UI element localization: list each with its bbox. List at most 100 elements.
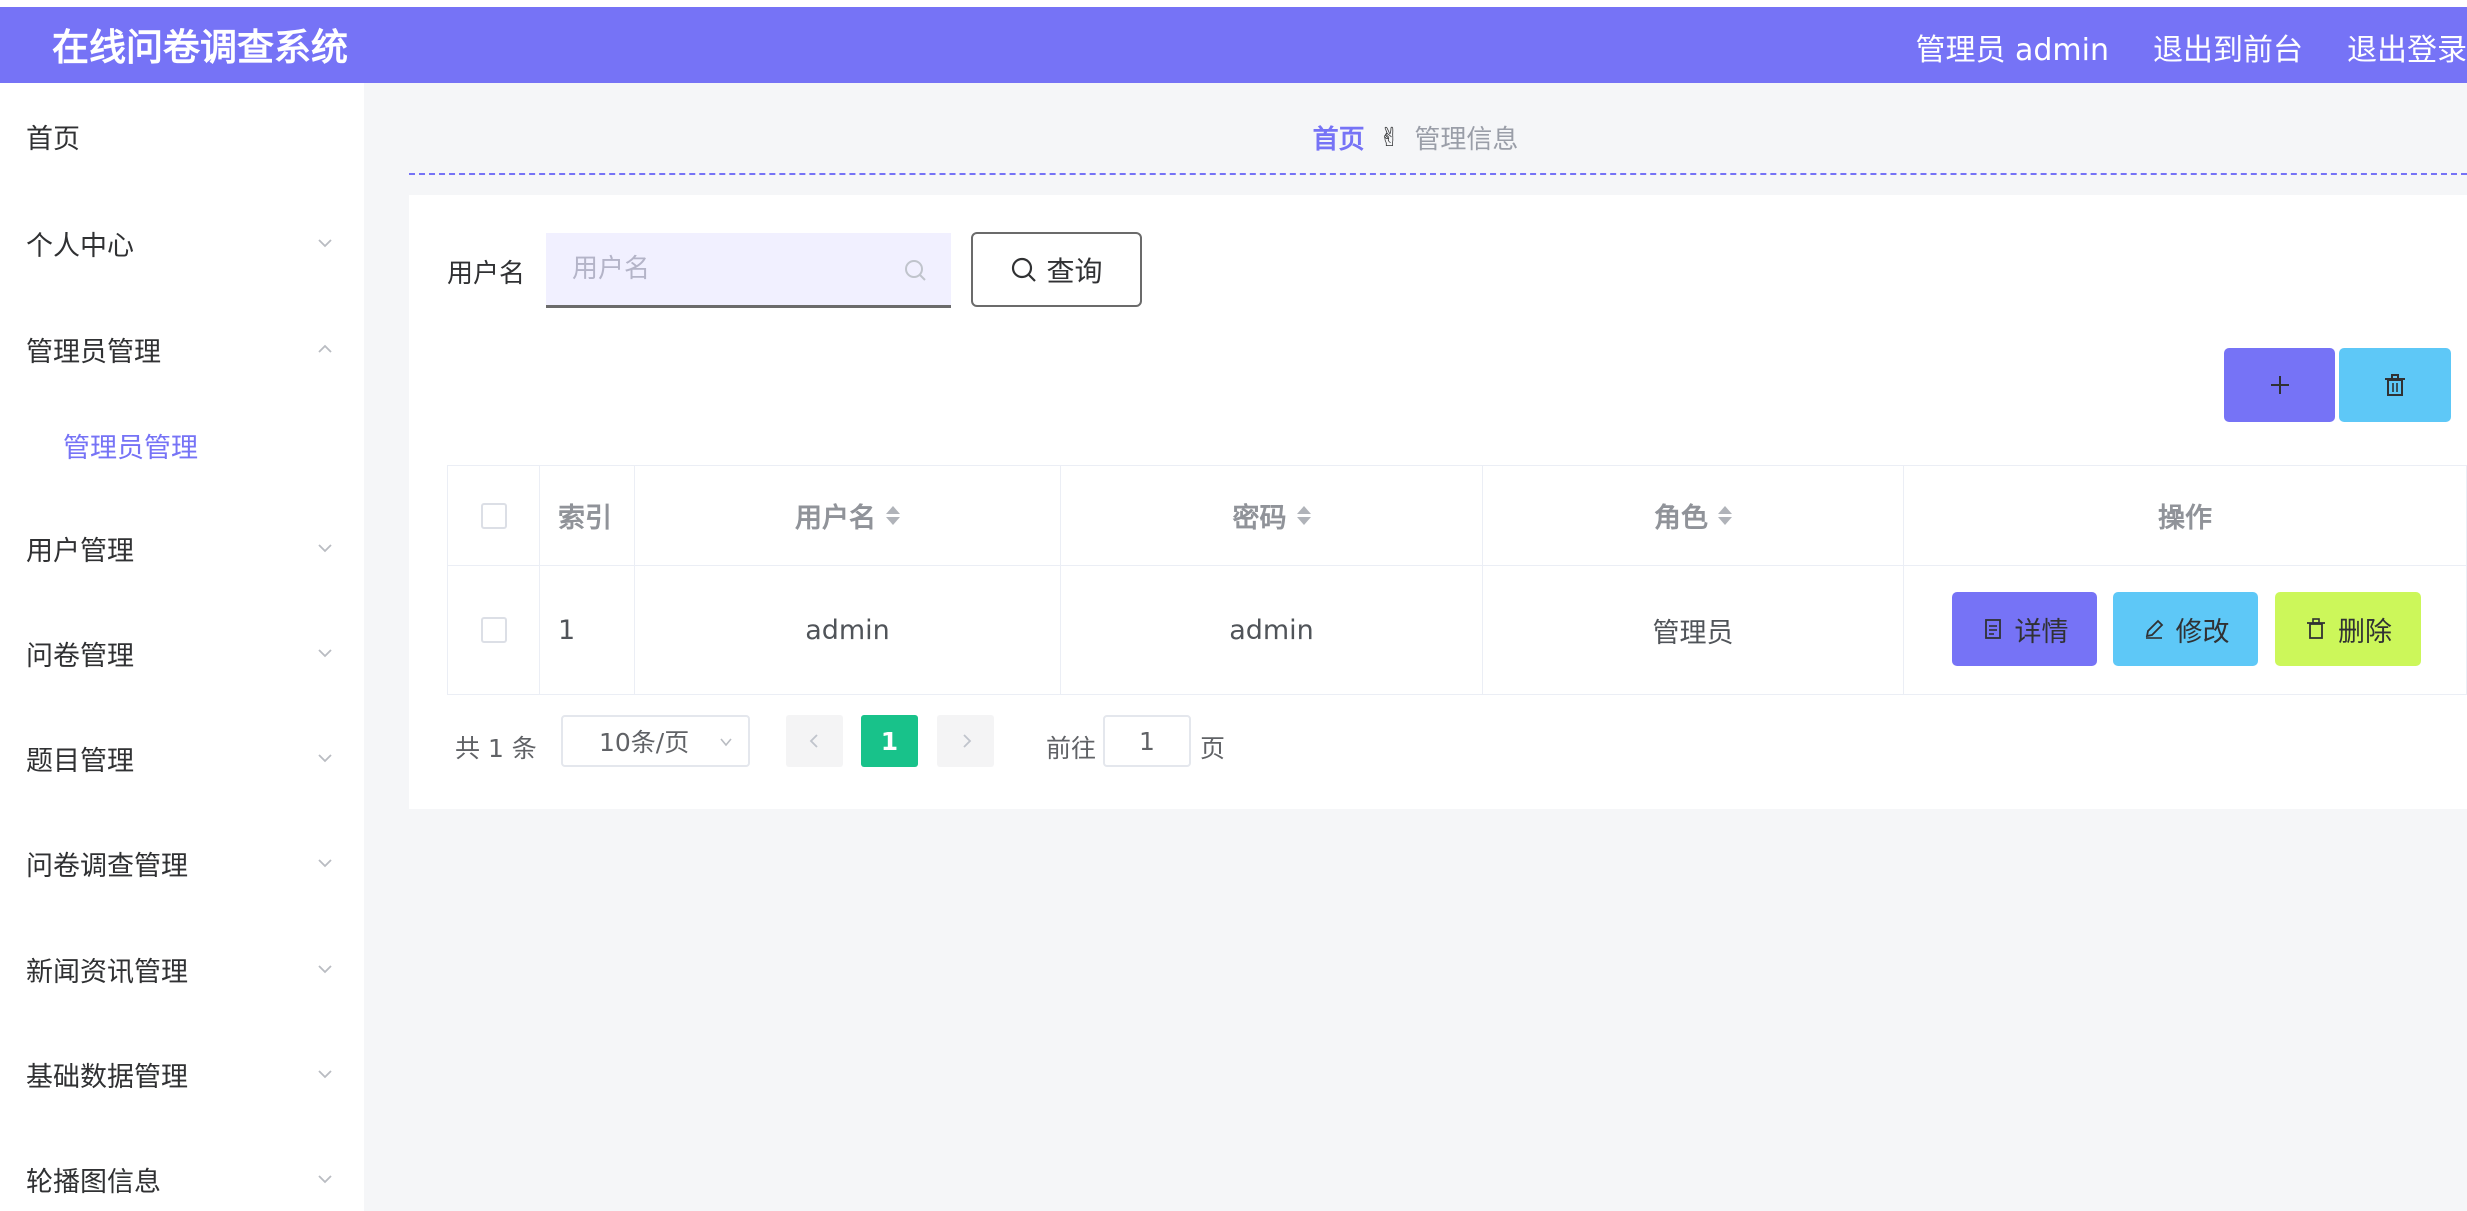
- cell-username: admin: [635, 566, 1061, 694]
- sidebar-item-label: 管理员管理: [26, 336, 161, 368]
- app-title: 在线问卷调查系统: [52, 26, 348, 69]
- page-size-select[interactable]: 10条/页: [561, 715, 750, 767]
- cell-index: 1: [540, 566, 635, 694]
- sidebar: 首页 个人中心 管理员管理 管理员管理 用户管理 问卷管理 题目管理 问卷调查管…: [0, 83, 364, 1211]
- chevron-down-icon: [316, 644, 334, 662]
- page-number-current[interactable]: 1: [861, 715, 918, 767]
- detail-button-label: 详情: [2014, 616, 2069, 648]
- prev-page-button[interactable]: [786, 715, 843, 767]
- main-content: 首页 ✌ 管理信息 用户名 查询 索引: [364, 83, 2467, 1211]
- top-header: 在线问卷调查系统 管理员 admin 退出到前台 退出登录: [0, 7, 2467, 83]
- column-header-label: 操作: [2158, 503, 2212, 534]
- sidebar-subitem-admin-management[interactable]: 管理员管理: [0, 415, 364, 475]
- breadcrumb-current: 管理信息: [1414, 125, 1519, 155]
- column-header-role[interactable]: 角色: [1483, 466, 1904, 566]
- search-icon: [1012, 257, 1037, 282]
- query-button[interactable]: 查询: [971, 232, 1142, 307]
- chevron-down-icon: [316, 1065, 334, 1083]
- plus-icon: [2270, 376, 2289, 394]
- chevron-down-icon: [316, 854, 334, 872]
- sidebar-item-news-management[interactable]: 新闻资讯管理: [0, 939, 364, 999]
- current-user-label: 管理员 admin: [1915, 33, 2109, 68]
- sort-icon[interactable]: [1296, 506, 1311, 525]
- chevron-down-icon: [720, 738, 732, 747]
- trash-icon: [2307, 618, 2325, 639]
- cell-password: admin: [1061, 566, 1483, 694]
- pagination: 共 1 条 10条/页 1 前往 页: [409, 715, 2467, 775]
- cell-role: 管理员: [1483, 566, 1904, 694]
- trash-icon: [2385, 374, 2405, 396]
- goto-suffix: 页: [1200, 734, 1226, 763]
- column-header-actions: 操作: [1904, 466, 2466, 566]
- back-to-front-link[interactable]: 退出到前台: [2153, 25, 2303, 69]
- select-all-checkbox[interactable]: [480, 502, 507, 529]
- sort-icon[interactable]: [1718, 506, 1732, 525]
- logout-link[interactable]: 退出登录: [2347, 25, 2467, 69]
- row-select-cell: [448, 566, 540, 694]
- sidebar-item-questionnaire-management[interactable]: 问卷管理: [0, 623, 364, 683]
- column-header-label: 索引: [558, 503, 612, 534]
- goto-prefix: 前往: [1046, 734, 1097, 763]
- sidebar-item-label: 问卷管理: [26, 640, 134, 672]
- sidebar-item-label: 首页: [26, 123, 80, 155]
- column-header-label: 角色: [1654, 503, 1708, 534]
- column-header-username[interactable]: 用户名: [635, 466, 1061, 566]
- sidebar-item-label: 问卷调查管理: [26, 850, 188, 882]
- sidebar-item-survey-management[interactable]: 问卷调查管理: [0, 833, 364, 893]
- chevron-right-icon: [962, 734, 971, 748]
- batch-delete-button[interactable]: [2339, 348, 2451, 422]
- sidebar-item-home[interactable]: 首页: [0, 106, 364, 166]
- breadcrumb: 首页 ✌ 管理信息: [364, 119, 2467, 156]
- breadcrumb-divider: [409, 173, 2467, 175]
- add-button[interactable]: [2224, 348, 2335, 422]
- search-label: 用户名: [447, 259, 526, 289]
- sidebar-item-base-data-management[interactable]: 基础数据管理: [0, 1044, 364, 1104]
- chevron-down-icon: [316, 1170, 334, 1188]
- sidebar-item-label: 新闻资讯管理: [26, 956, 188, 988]
- chevron-down-icon: [316, 960, 334, 978]
- goto-page-input[interactable]: [1103, 715, 1191, 767]
- edit-button[interactable]: 修改: [2113, 592, 2258, 666]
- column-header-password[interactable]: 密码: [1061, 466, 1483, 566]
- sidebar-item-label: 用户管理: [26, 535, 134, 567]
- sidebar-item-label: 题目管理: [26, 745, 134, 777]
- sidebar-item-user-management[interactable]: 用户管理: [0, 518, 364, 578]
- header-actions: 管理员 admin 退出到前台 退出登录: [1871, 25, 2467, 69]
- edit-icon: [2145, 619, 2163, 639]
- data-table: 索引 用户名 密码 角色 操作 1 admin admin 管理员 详情 修改 …: [447, 465, 2467, 695]
- search-field: [546, 233, 951, 308]
- search-icon: [903, 258, 929, 284]
- sidebar-item-label: 轮播图信息: [26, 1166, 161, 1198]
- query-button-label: 查询: [1046, 254, 1103, 288]
- sidebar-item-label: 管理员管理: [63, 432, 198, 464]
- edit-button-label: 修改: [2175, 616, 2230, 648]
- sidebar-item-label: 个人中心: [26, 230, 134, 262]
- content-panel: 用户名 查询 索引 用户名: [409, 195, 2467, 809]
- sidebar-item-label: 基础数据管理: [26, 1061, 188, 1093]
- column-header-label: 用户名: [795, 503, 876, 534]
- chevron-down-icon: [316, 234, 334, 252]
- delete-button-label: 删除: [2338, 616, 2392, 648]
- search-input[interactable]: [572, 233, 892, 305]
- sidebar-item-personal-center[interactable]: 个人中心: [0, 213, 364, 273]
- next-page-button[interactable]: [937, 715, 994, 767]
- column-header-index: 索引: [540, 466, 635, 566]
- detail-button[interactable]: 详情: [1952, 592, 2097, 666]
- page-size-value: 10条/页: [599, 728, 690, 757]
- pagination-total: 共 1 条: [455, 734, 537, 763]
- chevron-down-icon: [316, 749, 334, 767]
- chevron-down-icon: [316, 539, 334, 557]
- breadcrumb-home[interactable]: 首页: [1313, 119, 1365, 156]
- document-icon: [1984, 619, 2001, 639]
- sidebar-item-question-management[interactable]: 题目管理: [0, 728, 364, 788]
- sidebar-item-admin-management[interactable]: 管理员管理: [0, 319, 364, 379]
- sidebar-item-carousel-info[interactable]: 轮播图信息: [0, 1149, 364, 1209]
- chevron-up-icon: [316, 340, 334, 358]
- chevron-left-icon: [809, 734, 818, 748]
- delete-button[interactable]: 删除: [2275, 592, 2421, 666]
- sort-icon[interactable]: [886, 506, 900, 525]
- hand-icon: ✌: [1378, 122, 1401, 153]
- row-checkbox[interactable]: [480, 617, 507, 643]
- cell-actions: 详情 修改 删除: [1904, 566, 2466, 694]
- header-select-all: [448, 466, 540, 566]
